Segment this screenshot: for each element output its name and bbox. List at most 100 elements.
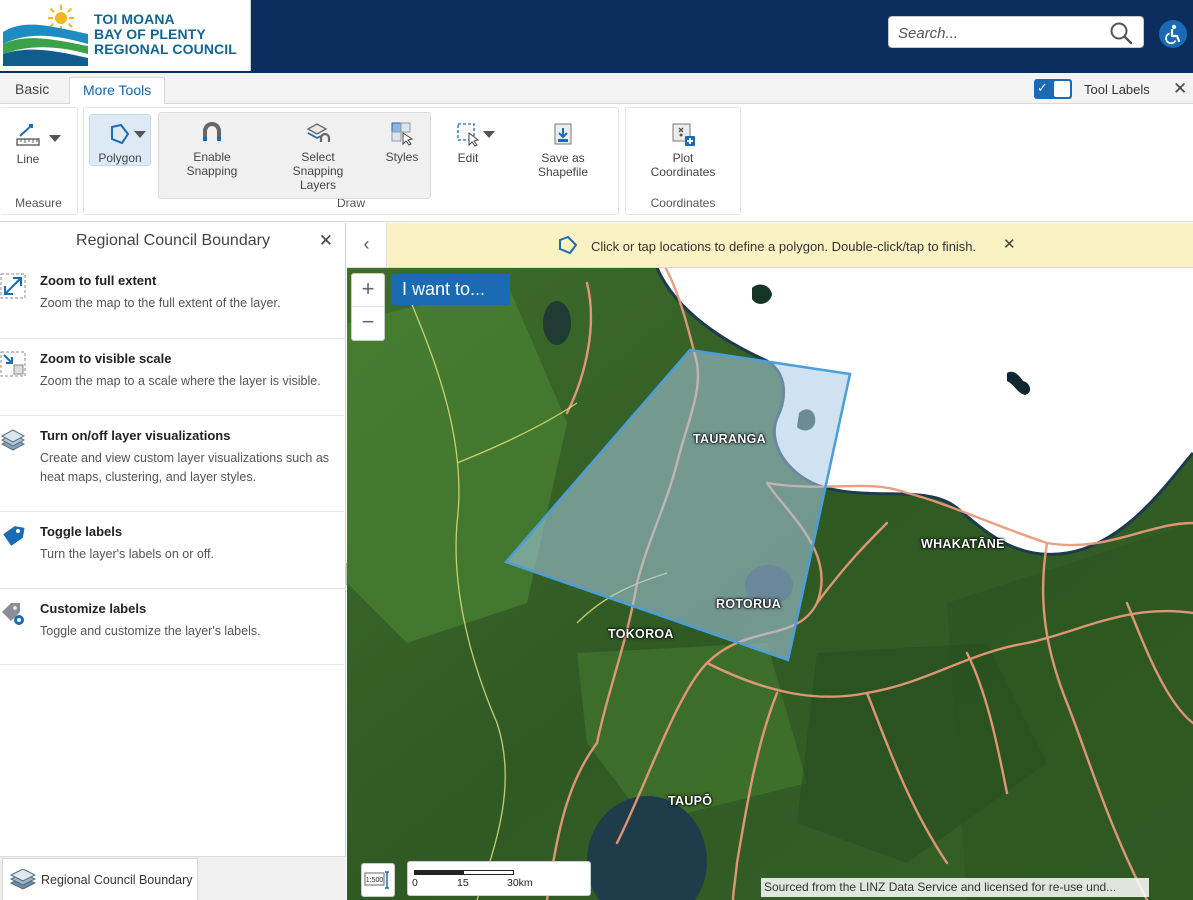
save-shapefile-label: Save as Shapefile (537, 151, 589, 179)
item-description: Toggle and customize the layer's labels. (40, 624, 261, 638)
edit-label: Edit (457, 151, 479, 165)
visible-scale-icon (0, 351, 26, 377)
select-snapping-label: Select Snapping Layers (292, 150, 344, 192)
draw-instruction-banner: Click or tap locations to define a polyg… (387, 223, 1193, 268)
magnet-icon (203, 122, 221, 141)
edit-button[interactable]: Edit (444, 121, 492, 165)
map-attribution[interactable]: Sourced from the LINZ Data Service and l… (761, 878, 1149, 897)
item-description: Create and view custom layer visualizati… (40, 451, 330, 484)
polygon-icon (559, 235, 578, 255)
line-tool-button[interactable]: Line (8, 122, 48, 166)
ribbon-tab-bar: Basic More Tools ✓ Tool Labels ✕ (0, 73, 1193, 105)
tool-labels-label: Tool Labels (1084, 82, 1150, 97)
map-view[interactable]: ‹ Click or tap locations to define a pol… (347, 223, 1193, 900)
layers-icon (10, 869, 36, 890)
council-logo[interactable]: TOI MOANA BAY OF PLENTY REGIONAL COUNCIL (0, 0, 251, 71)
measure-line-icon (16, 124, 40, 146)
styles-button[interactable]: Styles (380, 120, 424, 164)
list-item-zoom-visible-scale[interactable]: Zoom to visible scale Zoom the map to a … (0, 339, 346, 416)
save-shapefile-icon (554, 123, 572, 145)
place-label-tokoroa: TOKOROA (608, 627, 674, 641)
item-description: Zoom the map to a scale where the layer … (40, 374, 321, 388)
polygon-dropdown-chevron-down-icon[interactable] (134, 131, 146, 138)
line-dropdown-chevron-down-icon[interactable] (49, 135, 61, 142)
place-label-rotorua: ROTORUA (716, 597, 782, 611)
logo-wordmark: TOI MOANA BAY OF PLENTY REGIONAL COUNCIL (94, 12, 237, 57)
select-snapping-layers-button[interactable]: Select Snapping Layers (283, 120, 353, 192)
scale-label-30km: 30km (507, 877, 533, 889)
scale-bar-line (414, 870, 514, 875)
plot-coordinates-button[interactable]: Plot Coordinates (640, 121, 726, 179)
enable-snapping-button[interactable]: Enable Snapping (177, 120, 247, 178)
banner-close-icon[interactable]: ✕ (1003, 235, 1016, 253)
plot-coordinates-icon (672, 123, 695, 146)
layer-actions-panel: Regional Council Boundary ✕ Zoom to full… (0, 223, 346, 900)
list-item-customize-labels[interactable]: Customize labels Toggle and customize th… (0, 589, 346, 665)
zoom-control: + − (351, 273, 385, 341)
scale-label-0: 0 (412, 877, 418, 889)
measure-group: Line Measure (0, 107, 78, 215)
search-icon[interactable] (1109, 21, 1133, 45)
line-tool-label: Line (16, 152, 40, 166)
search-input[interactable] (898, 22, 1098, 44)
panel-title: Regional Council Boundary (76, 232, 270, 249)
tag-icon (3, 526, 25, 546)
scale-input-button[interactable]: 1:500 (361, 863, 395, 897)
polygon-tool[interactable]: Polygon (92, 121, 148, 165)
item-title: Zoom to full extent (40, 273, 157, 288)
scale-button-label: 1:500 (366, 877, 384, 884)
logo-line-1: TOI MOANA (94, 11, 175, 27)
enable-snapping-label: Enable Snapping (186, 150, 238, 178)
zoom-in-button[interactable]: + (352, 274, 384, 307)
logo-sun-waves-icon (3, 4, 88, 66)
i-want-to-button[interactable]: I want to... (391, 274, 510, 305)
item-title: Turn on/off layer visualizations (40, 428, 231, 443)
scale-bar: 0 15 30km (407, 861, 591, 896)
save-shapefile-button[interactable]: Save as Shapefile (530, 121, 596, 179)
panel-tab-regional-council-boundary[interactable]: Regional Council Boundary (2, 858, 198, 900)
polygon-icon (111, 123, 130, 145)
draw-instruction-text: Click or tap locations to define a polyg… (591, 239, 977, 254)
full-extent-icon (0, 273, 26, 299)
tab-more-tools[interactable]: More Tools (69, 77, 166, 105)
list-item-layer-visualizations[interactable]: Turn on/off layer visualizations Create … (0, 416, 346, 512)
coordinates-group: Plot Coordinates Coordinates (625, 107, 741, 215)
collapse-panel-chevron-left-icon[interactable]: ‹ (347, 223, 387, 268)
item-title: Toggle labels (40, 524, 123, 539)
tab-basic[interactable]: Basic (2, 77, 62, 104)
search-box (888, 16, 1144, 48)
zoom-out-button[interactable]: − (352, 307, 384, 340)
item-title: Customize labels (40, 601, 147, 616)
layers-magnet-icon (306, 123, 331, 142)
place-label-tauranga: TAURANGA (693, 432, 766, 446)
list-item-zoom-full-extent[interactable]: Zoom to full extent Zoom the map to the … (0, 261, 346, 339)
panel-tab-label: Regional Council Boundary (41, 873, 193, 887)
item-description: Zoom the map to the full extent of the l… (40, 296, 281, 310)
layers-icon (0, 429, 26, 451)
logo-line-2: BAY OF PLENTY (94, 26, 206, 42)
app-header: TOI MOANA BAY OF PLENTY REGIONAL COUNCIL (0, 0, 1193, 73)
edit-dropdown-chevron-down-icon[interactable] (483, 131, 495, 138)
plot-coordinates-label: Plot Coordinates (650, 151, 716, 179)
toggle-knob (1054, 81, 1070, 97)
place-label-taupo: TAUPŌ (668, 794, 713, 808)
item-title: Zoom to visible scale (40, 351, 172, 366)
scale-label-15: 15 (457, 877, 469, 889)
item-description: Turn the layer's labels on or off. (40, 547, 215, 561)
ribbon-close-icon[interactable]: ✕ (1173, 79, 1187, 99)
satellite-basemap (347, 223, 1193, 900)
accessibility-icon[interactable] (1159, 20, 1187, 48)
panel-close-icon[interactable]: ✕ (319, 231, 333, 251)
styles-icon (391, 122, 414, 146)
scale-icon: 1:500 (364, 871, 389, 889)
styles-label: Styles (385, 150, 419, 164)
list-item-toggle-labels[interactable]: Toggle labels Turn the layer's labels on… (0, 512, 346, 589)
coordinates-group-label: Coordinates (650, 196, 716, 210)
logo-line-3: REGIONAL COUNCIL (94, 41, 237, 57)
scale-bar-segment (415, 871, 464, 874)
polygon-tool-label: Polygon (98, 151, 142, 165)
tag-settings-icon (2, 603, 24, 625)
edit-vertices-icon (457, 123, 480, 147)
measure-group-label: Measure (15, 196, 62, 210)
tool-labels-toggle[interactable]: ✓ (1034, 79, 1072, 99)
